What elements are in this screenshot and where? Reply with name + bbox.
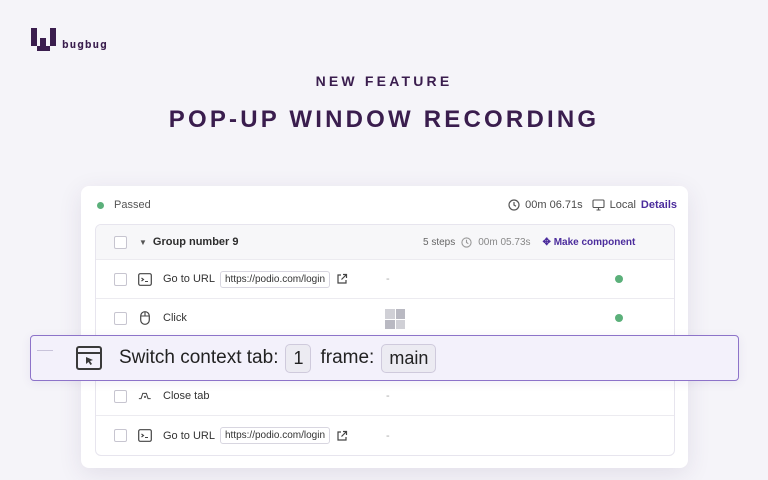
step-screenshot-placeholder: - bbox=[386, 429, 390, 442]
group-meta: 5 steps 00m 05.73s ✥ Make component bbox=[423, 237, 635, 248]
external-link-icon[interactable] bbox=[336, 273, 348, 285]
step-label: Close tab bbox=[163, 390, 210, 402]
step-row[interactable]: Go to URL https://podio.com/login - bbox=[96, 260, 674, 299]
make-component-button[interactable]: ✥ Make component bbox=[543, 237, 636, 248]
feature-eyebrow: NEW FEATURE bbox=[315, 73, 453, 89]
step-url: https://podio.com/login bbox=[219, 427, 331, 444]
close-tab-icon bbox=[138, 389, 152, 403]
clock-icon bbox=[461, 236, 472, 248]
group-duration: 00m 05.73s bbox=[478, 236, 531, 248]
step-row[interactable]: Close tab - bbox=[96, 377, 674, 416]
test-run-card: Passed 00m 06.71s Local Details ▼ Group … bbox=[81, 186, 688, 468]
ghost-checkbox bbox=[37, 350, 53, 351]
frame-value-chip: main bbox=[381, 343, 437, 373]
step-label: Go to URL bbox=[163, 273, 215, 285]
tab-value-chip: 1 bbox=[285, 343, 312, 373]
step-row[interactable]: Click bbox=[96, 299, 674, 338]
step-row[interactable]: Go to URL https://podio.com/login - bbox=[96, 416, 674, 455]
switch-tab-icon bbox=[76, 346, 102, 370]
step-url: https://podio.com/login bbox=[219, 270, 331, 288]
passed-status-dot bbox=[97, 201, 104, 209]
feature-headline: POP-UP WINDOW RECORDING bbox=[168, 106, 600, 133]
run-duration: 00m 06.71s bbox=[525, 199, 583, 211]
element-screenshot-thumbnail[interactable] bbox=[385, 309, 405, 329]
mouse-icon bbox=[138, 311, 152, 325]
clock-icon bbox=[508, 199, 520, 211]
step-label: Go to URL bbox=[163, 429, 215, 442]
group-name: Group number 9 bbox=[152, 236, 239, 248]
group-checkbox[interactable] bbox=[114, 235, 127, 249]
step-label: Click bbox=[163, 312, 187, 324]
chevron-down-icon[interactable]: ▼ bbox=[139, 238, 147, 247]
group-header-row[interactable]: ▼ Group number 9 5 steps 00m 05.73s ✥ Ma… bbox=[96, 225, 674, 260]
details-link[interactable]: Details bbox=[641, 199, 677, 211]
bugbug-logo-mark bbox=[31, 28, 56, 52]
terminal-icon bbox=[138, 272, 152, 286]
run-environment: Local bbox=[609, 199, 636, 211]
bugbug-logo: bugbug bbox=[31, 28, 108, 52]
run-meta: 00m 06.71s Local Details bbox=[508, 199, 677, 211]
run-status-label: Passed bbox=[114, 199, 151, 211]
step-passed-dot bbox=[615, 314, 623, 322]
step-checkbox[interactable] bbox=[114, 389, 127, 403]
step-screenshot-placeholder: - bbox=[386, 273, 390, 285]
step-checkbox[interactable] bbox=[114, 429, 127, 442]
terminal-icon bbox=[138, 429, 152, 443]
frame-label: frame: bbox=[320, 347, 375, 368]
switch-context-label: Switch context tab: bbox=[119, 347, 279, 368]
monitor-icon bbox=[592, 199, 605, 211]
step-checkbox[interactable] bbox=[114, 272, 127, 286]
step-passed-dot bbox=[615, 275, 623, 283]
group-steps-count: 5 steps bbox=[423, 236, 456, 248]
bugbug-wordmark: bugbug bbox=[62, 38, 108, 51]
run-status-bar: Passed 00m 06.71s Local Details bbox=[81, 186, 688, 224]
step-checkbox[interactable] bbox=[114, 311, 127, 325]
external-link-icon[interactable] bbox=[336, 430, 348, 442]
step-screenshot-placeholder: - bbox=[386, 390, 390, 402]
switch-context-step-highlight[interactable]: Switch context tab: 1 frame: main bbox=[30, 335, 739, 381]
